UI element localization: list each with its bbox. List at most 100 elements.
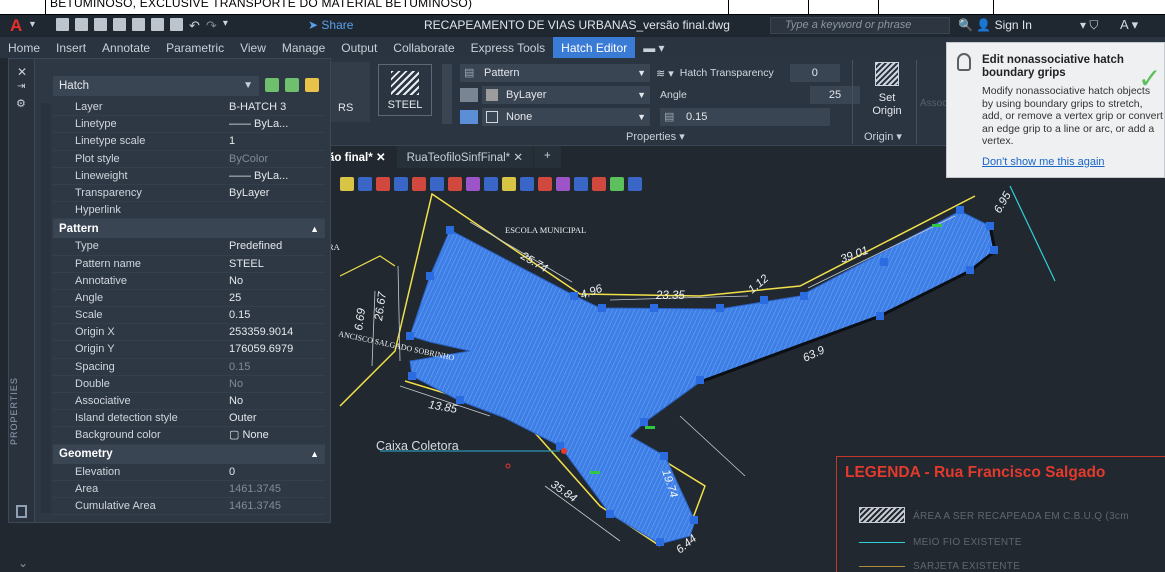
tab-output[interactable]: Output — [333, 37, 385, 58]
property-row: Annotative No — [53, 273, 325, 290]
app-menu-chevron-icon[interactable]: ▼ — [28, 19, 37, 29]
autocad-logo[interactable]: A — [10, 16, 22, 36]
property-value[interactable]: 253359.9014 — [229, 324, 325, 340]
property-key: Elevation — [75, 465, 121, 478]
property-value: 1461.3745 — [229, 482, 281, 495]
search-input[interactable]: Type a keyword or phrase — [770, 17, 950, 34]
customize-icon[interactable]: ▾ — [223, 18, 228, 34]
property-value[interactable]: 1 — [229, 133, 325, 149]
chevron-down-icon: ▼ — [637, 90, 646, 100]
tab-hatch-editor[interactable]: Hatch Editor — [553, 37, 636, 58]
tab-express-tools[interactable]: Express Tools — [463, 37, 553, 58]
dim-text: 6.95 — [992, 190, 1014, 216]
property-value[interactable]: —— ByLa... — [229, 116, 325, 132]
steel-pattern-icon — [391, 71, 419, 95]
quick-select-icon[interactable] — [305, 78, 319, 92]
tab-manage[interactable]: Manage — [274, 37, 333, 58]
property-row: Double No — [53, 376, 325, 393]
property-value[interactable]: —— ByLa... — [229, 168, 325, 184]
tab-collaborate[interactable]: Collaborate — [385, 37, 462, 58]
property-key: Annotative — [75, 274, 127, 287]
section-header-pattern[interactable]: Pattern ▲ — [53, 219, 325, 239]
plot-preview-icon[interactable] — [151, 18, 164, 31]
tab-view[interactable]: View — [232, 37, 274, 58]
property-value[interactable]: 0 — [229, 464, 325, 480]
close-hatch-editor-icon[interactable]: ✓ — [1138, 62, 1161, 95]
property-key: Scale — [75, 309, 103, 322]
property-value[interactable]: B-HATCH 3 — [229, 99, 325, 115]
property-row: Origin X 253359.9014 — [53, 324, 325, 342]
scale-input[interactable]: ▤ 0.15 — [660, 108, 830, 126]
color-swatch — [486, 89, 498, 101]
origin-group-label[interactable]: Origin ▾ — [864, 130, 902, 143]
tab-overflow-icon[interactable]: ▬ ▾ — [635, 37, 672, 58]
toggle-pickadd-icon[interactable] — [265, 78, 279, 92]
chevron-down-icon[interactable]: ⌄ — [18, 556, 28, 570]
background-color-select[interactable]: None ▼ — [482, 108, 650, 126]
hatch-color-select[interactable]: ByLayer ▼ — [482, 86, 650, 104]
curb-line-left — [339, 255, 396, 277]
title-bar: A ▼ ↶ ↷ ▾ ➤ Share RECAPEAMENTO DE VIAS U… — [0, 15, 1165, 37]
object-type-value: Hatch — [59, 80, 90, 92]
web-mobile-icon[interactable] — [132, 18, 145, 31]
background-color-icon — [460, 110, 478, 124]
hatch-type-select[interactable]: ▤ Pattern ▼ — [460, 64, 650, 82]
autohide-icon[interactable]: ⇥ — [17, 81, 25, 92]
hatch-color-icon — [460, 88, 478, 102]
property-key: Layer — [75, 101, 103, 113]
undo-icon[interactable]: ↶ — [189, 18, 200, 34]
autodesk-app-icon[interactable]: A ▾ — [1120, 17, 1138, 33]
select-objects-icon[interactable] — [285, 78, 299, 92]
property-key: Associative — [75, 395, 131, 407]
new-icon[interactable] — [56, 18, 69, 31]
property-value[interactable]: Predefined — [229, 238, 325, 254]
pattern-swatch-steel[interactable]: STEEL — [378, 64, 432, 116]
background-color-value: None — [506, 111, 533, 123]
spreadsheet-strip: BETUMINOSO, EXCLUSIVE TRANSPORTE DO MATE… — [0, 0, 1165, 15]
scale-icon: ▤ — [664, 111, 675, 123]
save-as-icon[interactable] — [113, 18, 126, 31]
redo-icon[interactable]: ↷ — [206, 18, 217, 34]
property-value[interactable]: ▢ None — [229, 427, 325, 443]
object-type-select[interactable]: Hatch ▼ — [53, 76, 259, 96]
scale-value: 0.15 — [686, 111, 708, 123]
quick-access-toolbar: ↶ ↷ ▾ — [56, 18, 228, 34]
sign-in-button[interactable]: 🔍 👤 Sign In — [958, 18, 1032, 32]
tab-annotate[interactable]: Annotate — [94, 37, 158, 58]
section-title: Pattern — [59, 222, 99, 235]
property-row: Background color ▢ None — [53, 427, 325, 445]
property-value[interactable] — [229, 202, 325, 218]
property-value[interactable]: No — [229, 273, 325, 289]
property-value[interactable]: No — [229, 393, 325, 409]
property-value[interactable]: STEEL — [229, 256, 325, 272]
property-value[interactable]: 0.15 — [229, 307, 325, 323]
gallery-scroll[interactable] — [442, 64, 452, 124]
property-row: Associative No — [53, 393, 325, 411]
property-value[interactable]: 176059.6979 — [229, 341, 325, 357]
chevron-down-icon: ▼ — [637, 68, 646, 78]
open-icon[interactable] — [75, 18, 88, 31]
plot-icon[interactable] — [170, 18, 183, 31]
property-value[interactable]: ByLayer — [229, 185, 325, 201]
property-row: Pattern name STEEL — [53, 256, 325, 273]
save-icon[interactable] — [94, 18, 107, 31]
palette-scrollbar[interactable] — [41, 103, 51, 513]
set-origin-button[interactable]: Set Origin — [860, 62, 914, 128]
property-key: Transparency — [75, 186, 142, 199]
palette-settings-icon[interactable]: ⚙ — [16, 97, 26, 110]
pattern-gallery-prev[interactable]: RS — [330, 62, 370, 122]
transparency-input[interactable]: 0 — [789, 64, 840, 82]
close-icon[interactable]: ✕ — [17, 65, 27, 79]
tab-insert[interactable]: Insert — [48, 37, 94, 58]
tab-parametric[interactable]: Parametric — [158, 37, 232, 58]
tab-home[interactable]: Home — [0, 37, 48, 58]
share-button[interactable]: ➤ Share — [308, 18, 353, 32]
palette-icon[interactable] — [16, 505, 27, 518]
property-value[interactable]: Outer — [229, 410, 325, 426]
hatch-type-value: Pattern — [484, 67, 520, 79]
cart-icon[interactable]: ▾ ⛉ — [1080, 18, 1098, 33]
property-value[interactable]: 25 — [229, 290, 325, 306]
properties-group-label[interactable]: Properties ▾ — [626, 130, 685, 143]
property-row: Area 1461.3745 — [53, 481, 325, 498]
section-header-geometry[interactable]: Geometry ▲ — [53, 444, 325, 464]
